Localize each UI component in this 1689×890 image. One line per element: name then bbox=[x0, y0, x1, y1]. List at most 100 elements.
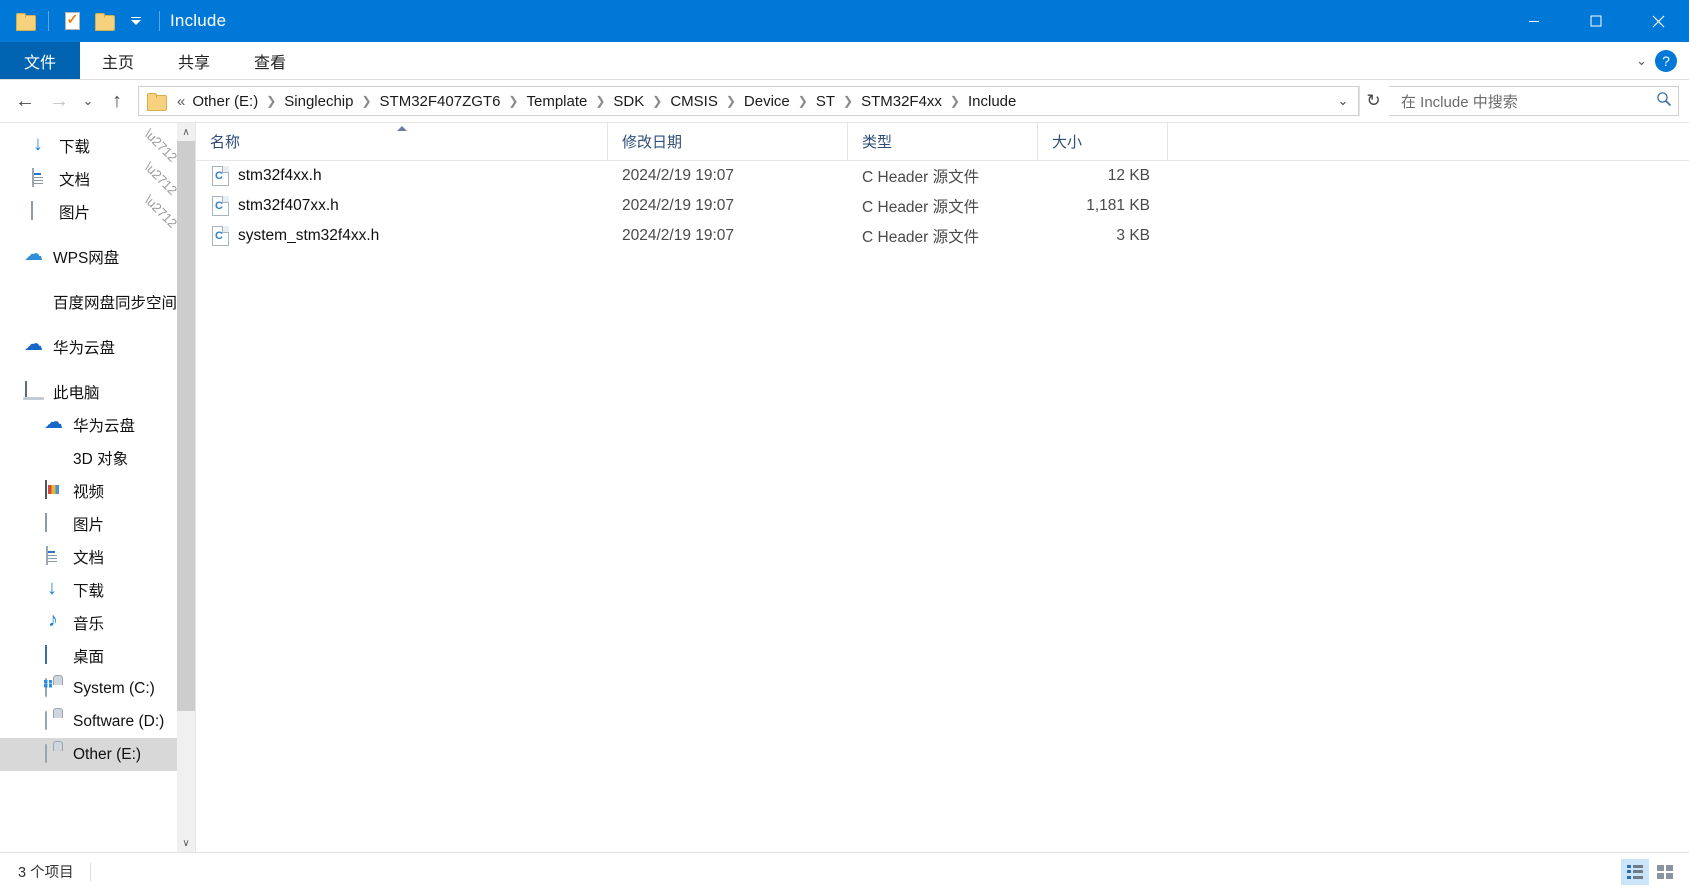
address-dropdown-icon[interactable]: ⌄ bbox=[1330, 88, 1356, 114]
breadcrumb-separator[interactable]: ❯ bbox=[947, 94, 963, 108]
breadcrumb-separator[interactable]: ❯ bbox=[649, 94, 665, 108]
file-name-cell: system_stm32f4xx.h bbox=[196, 226, 608, 246]
scroll-down-icon[interactable]: ∨ bbox=[177, 834, 195, 852]
scrollbar-thumb[interactable] bbox=[177, 141, 195, 711]
status-bar: 3 个项目 bbox=[0, 852, 1689, 890]
sidebar-item-documents-quick[interactable]: 文档 \u2712 bbox=[0, 159, 195, 198]
sidebar-item-this-pc[interactable]: 此电脑 bbox=[0, 375, 195, 408]
this-pc-icon bbox=[24, 380, 44, 402]
column-header-date-modified[interactable]: 修改日期 bbox=[608, 122, 848, 161]
breadcrumb-item-2[interactable]: STM32F407ZGT6 bbox=[375, 91, 506, 112]
breadcrumb-item-4[interactable]: SDK bbox=[608, 91, 649, 112]
sidebar-item-huawei-cloud-pc[interactable]: 华为云盘 bbox=[0, 408, 195, 441]
help-icon[interactable]: ? bbox=[1655, 49, 1677, 72]
sidebar-item-label: 华为云盘 bbox=[53, 339, 116, 357]
item-count-label: 3 个项目 bbox=[18, 865, 74, 881]
table-row[interactable]: stm32f4xx.h 2024/2/19 19:07 C Header 源文件… bbox=[196, 161, 1689, 191]
sidebar-item-label: 文档 bbox=[73, 549, 105, 567]
sidebar-item-huawei-cloud[interactable]: 华为云盘 bbox=[0, 330, 195, 363]
sidebar-item-software-d[interactable]: Software (D:) bbox=[0, 705, 195, 738]
documents-icon bbox=[44, 545, 64, 567]
recent-locations-icon[interactable]: ⌄ bbox=[76, 84, 100, 118]
maximize-button[interactable] bbox=[1565, 0, 1627, 42]
breadcrumb-item-1[interactable]: Singlechip bbox=[279, 91, 358, 112]
breadcrumb-overflow-icon[interactable]: « bbox=[172, 91, 187, 112]
sidebar-item-documents[interactable]: 文档 bbox=[0, 540, 195, 573]
file-type-cell: C Header 源文件 bbox=[862, 169, 980, 186]
breadcrumb-item-6[interactable]: Device bbox=[739, 91, 795, 112]
column-header-type[interactable]: 类型 bbox=[848, 122, 1038, 161]
breadcrumb-separator[interactable]: ❯ bbox=[592, 94, 608, 108]
sidebar-item-3d-objects[interactable]: 3D 对象 bbox=[0, 441, 195, 474]
forward-button[interactable]: → bbox=[42, 84, 76, 118]
sidebar-item-pictures[interactable]: 图片 bbox=[0, 507, 195, 540]
pin-icon[interactable]: \u2712 bbox=[142, 126, 181, 165]
desktop-icon bbox=[44, 644, 64, 666]
column-header-name[interactable]: 名称 bbox=[196, 122, 608, 161]
refresh-icon[interactable]: ↻ bbox=[1359, 86, 1387, 116]
breadcrumb-item-9[interactable]: Include bbox=[963, 91, 1021, 112]
customize-qat-icon[interactable] bbox=[121, 6, 151, 36]
pictures-icon bbox=[44, 512, 64, 534]
ribbon-right-controls: ⌄ ? bbox=[1636, 42, 1689, 79]
breadcrumb-separator[interactable]: ❯ bbox=[505, 94, 521, 108]
sidebar-item-desktop[interactable]: 桌面 bbox=[0, 639, 195, 672]
sidebar-item-music[interactable]: 音乐 bbox=[0, 606, 195, 639]
breadcrumb-item-7[interactable]: ST bbox=[811, 91, 840, 112]
tab-view[interactable]: 查看 bbox=[232, 42, 308, 79]
file-name: system_stm32f4xx.h bbox=[238, 227, 380, 244]
breadcrumb-item-3[interactable]: Template bbox=[521, 91, 592, 112]
system-drive-icon bbox=[44, 677, 64, 699]
chevron-down-icon[interactable]: ⌄ bbox=[1636, 53, 1647, 69]
minimize-button[interactable] bbox=[1503, 0, 1565, 42]
folder-icon[interactable] bbox=[10, 6, 40, 36]
large-icons-view-button[interactable] bbox=[1651, 859, 1679, 885]
sidebar-item-pictures-quick[interactable]: 图片 \u2712 bbox=[0, 192, 195, 231]
sidebar-item-system-c[interactable]: System (C:) bbox=[0, 672, 195, 705]
sidebar-item-downloads-quick[interactable]: 下载 \u2712 bbox=[0, 126, 195, 165]
scroll-up-icon[interactable]: ∧ bbox=[177, 123, 195, 141]
breadcrumb-separator[interactable]: ❯ bbox=[358, 94, 374, 108]
sidebar-item-label: 音乐 bbox=[73, 615, 105, 633]
up-button[interactable]: ↑ bbox=[100, 84, 134, 118]
breadcrumb-item-5[interactable]: CMSIS bbox=[665, 91, 723, 112]
properties-icon[interactable] bbox=[57, 6, 87, 36]
back-button[interactable]: ← bbox=[8, 84, 42, 118]
search-input[interactable]: 在 Include 中搜索 bbox=[1389, 86, 1679, 116]
tab-file[interactable]: 文件 bbox=[0, 42, 80, 79]
tab-home[interactable]: 主页 bbox=[80, 42, 156, 79]
details-view-button[interactable] bbox=[1621, 858, 1649, 885]
new-folder-icon[interactable] bbox=[89, 6, 119, 36]
sidebar-item-wps-netdisk[interactable]: WPS网盘 bbox=[0, 240, 195, 273]
c-header-file-icon bbox=[212, 196, 229, 216]
sidebar-scrollbar[interactable]: ∧ ∨ bbox=[177, 123, 195, 852]
sidebar-item-baidu-netdisk[interactable]: 百度网盘同步空间 bbox=[0, 285, 195, 318]
file-rows: stm32f4xx.h 2024/2/19 19:07 C Header 源文件… bbox=[196, 161, 1689, 852]
quick-access-toolbar bbox=[0, 6, 170, 36]
breadcrumb-item-0[interactable]: Other (E:) bbox=[187, 91, 263, 112]
breadcrumb-separator[interactable]: ❯ bbox=[263, 94, 279, 108]
breadcrumb-list: « Other (E:) ❯ Singlechip ❯ STM32F407ZGT… bbox=[172, 91, 1330, 112]
table-row[interactable]: system_stm32f4xx.h 2024/2/19 19:07 C Hea… bbox=[196, 221, 1689, 251]
close-button[interactable] bbox=[1627, 0, 1689, 42]
breadcrumb-separator[interactable]: ❯ bbox=[723, 94, 739, 108]
file-date-cell: 2024/2/19 19:07 bbox=[622, 197, 735, 214]
sidebar-item-downloads[interactable]: 下载 bbox=[0, 573, 195, 606]
pin-icon[interactable]: \u2712 bbox=[142, 159, 181, 198]
explorer-body: 下载 \u2712 文档 \u2712 图片 \u2712 WPS网盘 bbox=[0, 122, 1689, 852]
sidebar-item-label: 华为云盘 bbox=[73, 417, 136, 435]
sidebar-item-other-e[interactable]: Other (E:) bbox=[0, 738, 195, 771]
file-name-cell: stm32f407xx.h bbox=[196, 196, 608, 216]
breadcrumb[interactable]: « Other (E:) ❯ Singlechip ❯ STM32F407ZGT… bbox=[138, 86, 1359, 116]
pin-icon[interactable]: \u2712 bbox=[142, 192, 181, 231]
search-icon[interactable] bbox=[1656, 91, 1672, 112]
tab-share[interactable]: 共享 bbox=[156, 42, 232, 79]
column-header-size[interactable]: 大小 bbox=[1038, 122, 1168, 161]
breadcrumb-separator[interactable]: ❯ bbox=[840, 94, 856, 108]
file-date-cell: 2024/2/19 19:07 bbox=[622, 167, 735, 184]
sidebar-item-videos[interactable]: 视频 bbox=[0, 474, 195, 507]
breadcrumb-item-8[interactable]: STM32F4xx bbox=[856, 91, 947, 112]
table-row[interactable]: stm32f407xx.h 2024/2/19 19:07 C Header 源… bbox=[196, 191, 1689, 221]
breadcrumb-separator[interactable]: ❯ bbox=[795, 94, 811, 108]
